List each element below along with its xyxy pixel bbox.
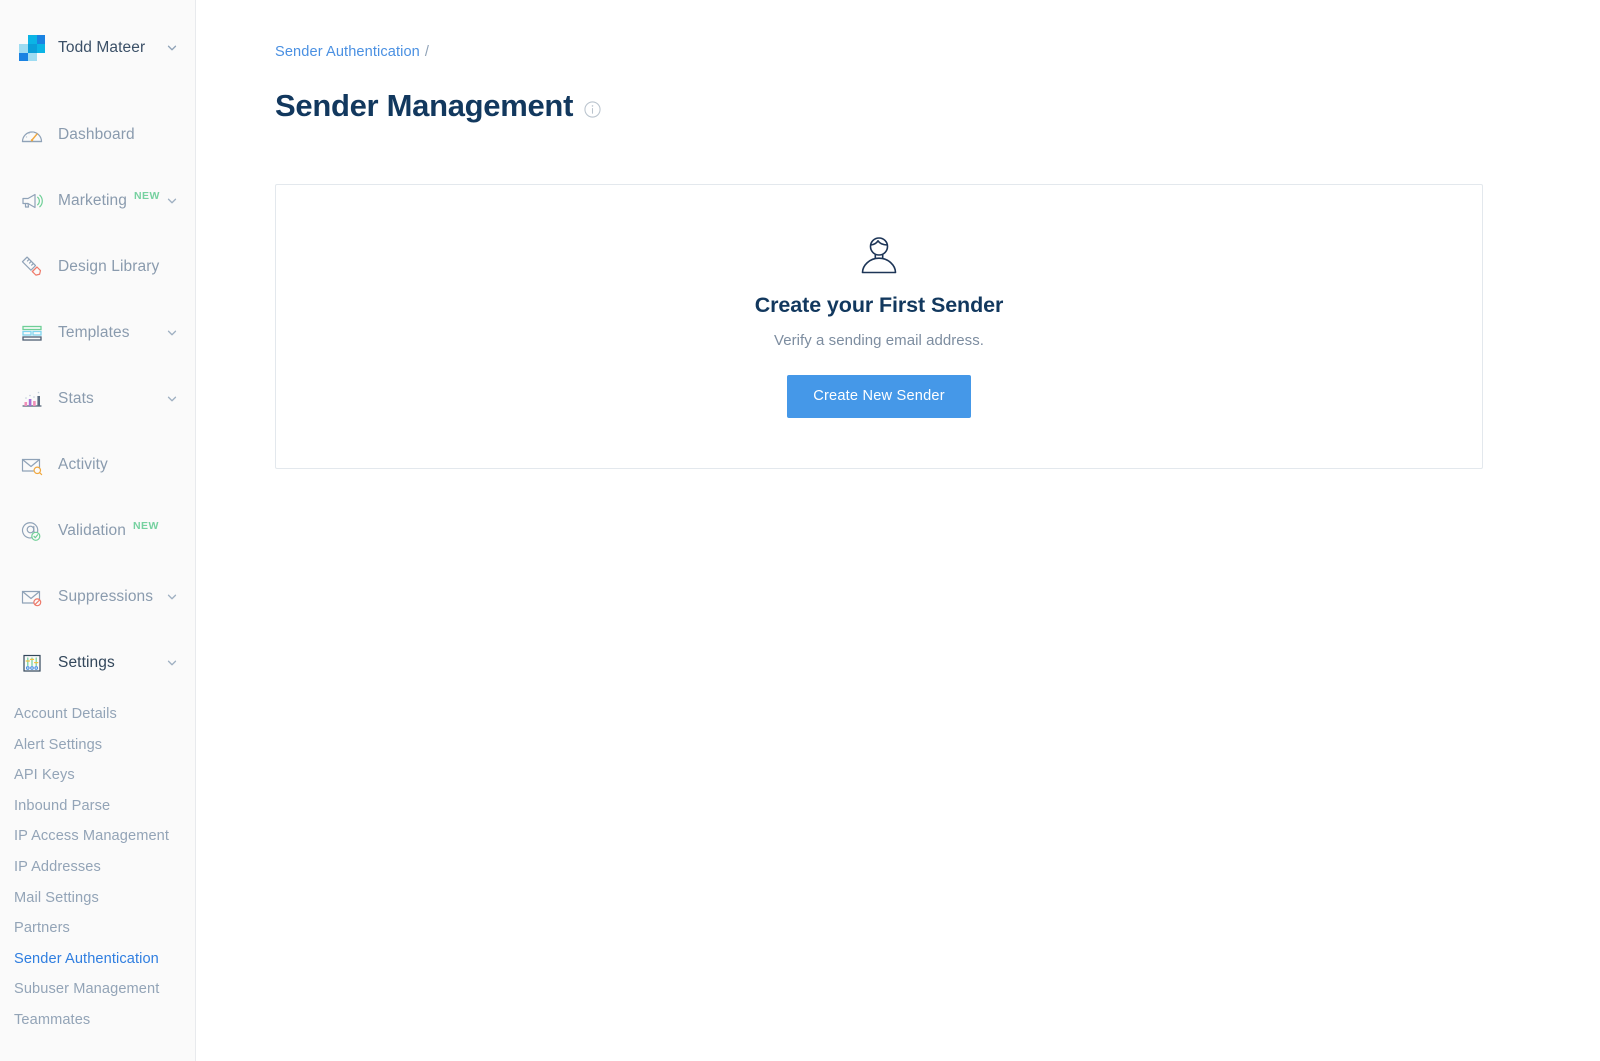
settings-subnav: Account Details Alert Settings API Keys … xyxy=(0,696,195,1036)
breadcrumb: Sender Authentication / xyxy=(275,44,1483,60)
sidebar-item-activity[interactable]: Activity xyxy=(0,432,195,498)
subnav-item-inbound-parse[interactable]: Inbound Parse xyxy=(0,791,195,822)
sidebar-item-label: Templates xyxy=(58,324,130,341)
subnav-item-subuser-management[interactable]: Subuser Management xyxy=(0,974,195,1005)
sliders-icon xyxy=(19,650,45,676)
subnav-item-ip-access-management[interactable]: IP Access Management xyxy=(0,821,195,852)
sender-list-card: Create your First Sender Verify a sendin… xyxy=(275,184,1483,470)
empty-state-subtitle: Verify a sending email address. xyxy=(774,331,984,349)
chevron-down-icon[interactable] xyxy=(165,590,179,604)
info-circle-icon[interactable] xyxy=(584,101,601,118)
sidebar-item-design-library[interactable]: Design Library xyxy=(0,234,195,300)
subnav-item-mail-settings[interactable]: Mail Settings xyxy=(0,883,195,914)
new-badge: NEW xyxy=(133,190,160,202)
sidebar-item-validation[interactable]: Validation NEW xyxy=(0,498,195,564)
speedometer-icon xyxy=(19,122,45,148)
breadcrumb-link-sender-authentication[interactable]: Sender Authentication xyxy=(275,44,420,60)
sidebar-item-marketing[interactable]: Marketing NEW xyxy=(0,168,195,234)
chevron-down-icon[interactable] xyxy=(165,392,179,406)
subnav-item-sender-authentication[interactable]: Sender Authentication xyxy=(0,944,195,975)
subnav-item-ip-addresses[interactable]: IP Addresses xyxy=(0,852,195,883)
sidebar: Todd Mateer Dashboard Marketing NEW Desi… xyxy=(0,0,196,1061)
person-avatar-icon xyxy=(858,234,900,276)
page-title: Sender Management xyxy=(275,87,574,123)
chevron-down-icon[interactable] xyxy=(165,656,179,670)
new-badge: NEW xyxy=(132,520,159,532)
account-switcher[interactable]: Todd Mateer xyxy=(0,0,195,96)
sidebar-item-label: Activity xyxy=(58,456,108,473)
sidebar-item-settings[interactable]: Settings xyxy=(0,630,195,696)
subnav-item-partners[interactable]: Partners xyxy=(0,913,195,944)
main-content: Sender Authentication / Sender Managemen… xyxy=(196,0,1600,1061)
ruler-pencil-icon xyxy=(19,254,45,280)
sidebar-item-dashboard[interactable]: Dashboard xyxy=(0,102,195,168)
breadcrumb-separator: / xyxy=(424,44,430,60)
sidebar-item-stats[interactable]: Stats xyxy=(0,366,195,432)
at-check-icon xyxy=(19,518,45,544)
sidebar-item-label: Design Library xyxy=(58,258,160,275)
primary-navigation: Dashboard Marketing NEW Design Library T… xyxy=(0,96,195,1036)
chevron-down-icon[interactable] xyxy=(165,41,179,55)
app-root: Todd Mateer Dashboard Marketing NEW Desi… xyxy=(0,0,1600,1061)
sidebar-item-label: Marketing xyxy=(58,192,127,209)
sidebar-item-label: Dashboard xyxy=(58,126,135,143)
subnav-item-teammates[interactable]: Teammates xyxy=(0,1005,195,1036)
bar-chart-icon xyxy=(19,386,45,412)
envelope-blocked-icon xyxy=(19,584,45,610)
chevron-down-icon[interactable] xyxy=(165,326,179,340)
account-name: Todd Mateer xyxy=(58,39,146,56)
envelope-search-icon xyxy=(19,452,45,478)
sidebar-item-label: Stats xyxy=(58,390,94,407)
subnav-item-alert-settings[interactable]: Alert Settings xyxy=(0,730,195,761)
subnav-item-account-details[interactable]: Account Details xyxy=(0,699,195,730)
sidebar-item-label: Validation xyxy=(58,522,126,539)
sidebar-item-templates[interactable]: Templates xyxy=(0,300,195,366)
chevron-down-icon[interactable] xyxy=(165,194,179,208)
sidebar-item-label: Suppressions xyxy=(58,588,154,605)
sidebar-item-suppressions[interactable]: Suppressions xyxy=(0,564,195,630)
sidebar-item-label: Settings xyxy=(58,654,115,671)
create-new-sender-button[interactable]: Create New Sender xyxy=(787,374,971,418)
sendgrid-logo-icon xyxy=(19,35,45,61)
subnav-item-api-keys[interactable]: API Keys xyxy=(0,760,195,791)
megaphone-icon xyxy=(19,188,45,214)
page-header: Sender Management xyxy=(275,67,1483,144)
empty-state: Create your First Sender Verify a sendin… xyxy=(276,234,1482,418)
layout-template-icon xyxy=(19,320,45,346)
empty-state-heading: Create your First Sender xyxy=(754,292,1004,317)
